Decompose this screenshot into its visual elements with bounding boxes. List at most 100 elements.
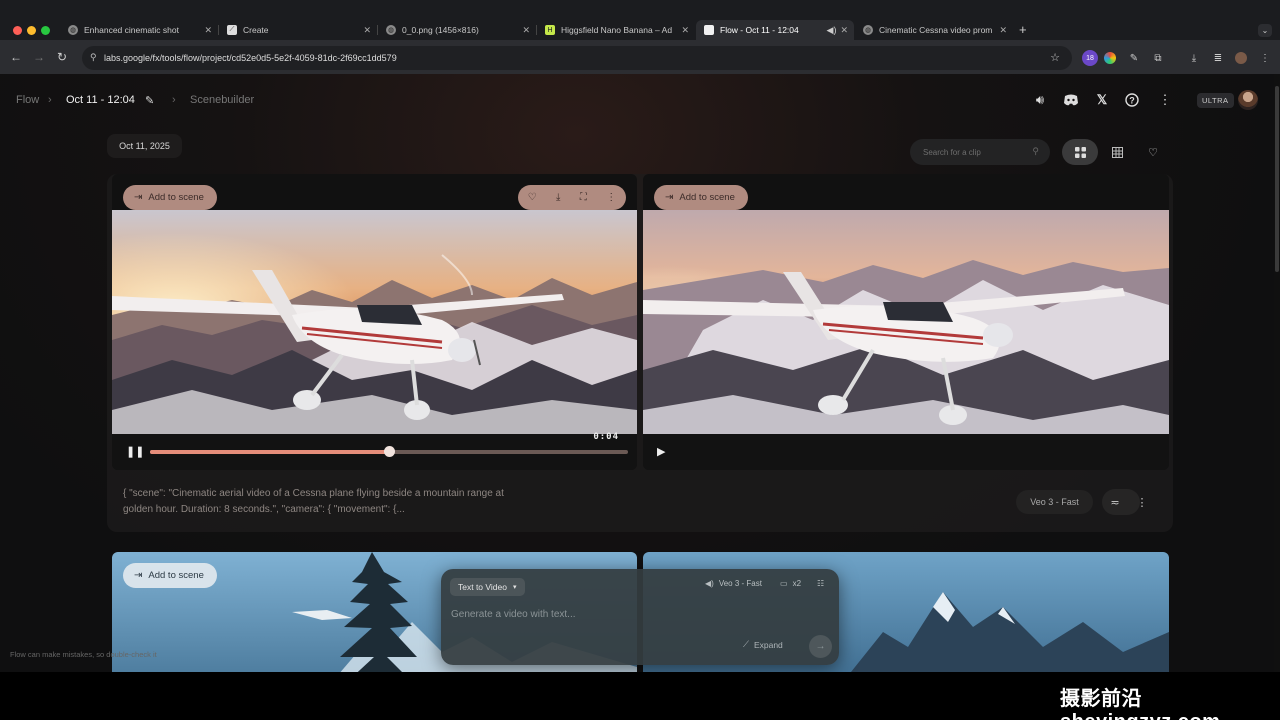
play-icon[interactable]: ▶: [657, 445, 665, 458]
close-icon[interactable]: ✕: [363, 25, 371, 36]
chevron-right-icon: ›: [48, 94, 52, 106]
speaker-icon: ◀): [705, 579, 714, 588]
tab-label: Cinematic Cessna video prom: [879, 25, 993, 35]
browser-tab-6[interactable]: ◍ Cinematic Cessna video prom ✕: [855, 20, 1013, 40]
clip-group: ⇥ Add to scene ♡ ⤓ ⛶ ⋮ ❚❚ 0:04 ⇥ Add to …: [107, 174, 1173, 532]
progress-handle[interactable]: [384, 446, 395, 457]
back-arrow-icon[interactable]: ←: [10, 50, 22, 64]
kebab-menu-icon[interactable]: ⋮: [1259, 52, 1271, 64]
favorites-button[interactable]: ♡: [1135, 139, 1171, 165]
video-frame[interactable]: [643, 210, 1169, 434]
magic-wand-icon: ⟋: [743, 639, 749, 649]
heart-icon[interactable]: ♡: [528, 192, 537, 203]
add-scene-icon: ⇥: [134, 192, 143, 203]
add-to-scene-button[interactable]: ⇥ Add to scene: [123, 563, 217, 588]
speaker-icon[interactable]: ◀): [827, 25, 837, 36]
prompt-composer: Text to Video ▾ ◀) Veo 3 - Fast ▭ x2 ☷ ⟋…: [441, 569, 839, 665]
close-icon[interactable]: ✕: [999, 25, 1007, 36]
more-vertical-icon[interactable]: ⋮: [1157, 92, 1173, 108]
add-to-scene-label: Add to scene: [148, 192, 204, 203]
close-icon[interactable]: ✕: [840, 25, 848, 36]
tab-label: Higgsfield Nano Banana – Ad: [561, 25, 673, 35]
browser-tab-1[interactable]: ◍ Enhanced cinematic shot ✕: [60, 20, 218, 40]
table-grid-icon: [1111, 146, 1123, 158]
help-circle-icon[interactable]: ?: [1124, 92, 1140, 108]
discord-icon[interactable]: [1063, 92, 1079, 108]
reuse-prompt-icon[interactable]: ≂: [1107, 494, 1123, 510]
higgsfield-favicon-icon: H: [545, 25, 555, 35]
clip-prompt-text[interactable]: { "scene": "Cinematic aerial video of a …: [123, 486, 513, 518]
output-count-selector[interactable]: ▭ x2: [780, 579, 801, 588]
mode-dropdown[interactable]: Text to Video ▾: [450, 578, 525, 596]
new-tab-button[interactable]: +: [1019, 22, 1027, 37]
video-frame[interactable]: [112, 210, 637, 434]
pause-icon[interactable]: ❚❚: [126, 445, 144, 458]
mode-label: Text to Video: [458, 582, 507, 592]
plan-badge: ULTRA: [1197, 93, 1234, 108]
model-selector[interactable]: ◀) Veo 3 - Fast: [705, 579, 762, 588]
settings-sliders-icon[interactable]: ☷: [817, 579, 824, 588]
user-avatar[interactable]: [1238, 90, 1258, 110]
bookmark-star-icon[interactable]: ☆: [1050, 51, 1060, 64]
reload-icon[interactable]: ↻: [57, 50, 67, 64]
grid-view-button[interactable]: [1062, 139, 1098, 165]
progress-slider[interactable]: [150, 446, 628, 457]
profile-avatar-icon[interactable]: [1235, 52, 1247, 64]
send-button[interactable]: →: [809, 635, 832, 658]
add-to-scene-label: Add to scene: [148, 570, 204, 581]
color-extension-icon[interactable]: [1104, 52, 1116, 64]
clip-actions: ♡ ⤓ ⛶ ⋮: [518, 185, 626, 210]
download-icon[interactable]: ⤓: [556, 192, 560, 203]
globe-icon: ◍: [863, 25, 873, 35]
breadcrumb-project[interactable]: Oct 11 - 12:04: [66, 94, 135, 106]
add-to-scene-button[interactable]: ⇥ Add to scene: [123, 185, 217, 210]
video-controls: [643, 434, 1169, 470]
add-to-scene-label: Add to scene: [679, 192, 735, 203]
clip-search-input[interactable]: Search for a clip ⚲: [910, 139, 1050, 165]
download-icon[interactable]: ⤓: [1188, 52, 1200, 64]
browser-tab-4[interactable]: H Higgsfield Nano Banana – Ad ✕: [537, 20, 695, 40]
tab-label: Flow - Oct 11 - 12:04: [720, 25, 799, 35]
tab-label: Create: [243, 25, 269, 35]
breadcrumb-flow[interactable]: Flow: [16, 94, 39, 106]
browser-tab-2[interactable]: ⟋ Create ✕: [219, 20, 377, 40]
expand-button[interactable]: ⟋ Expand: [743, 639, 783, 650]
breadcrumb-scenebuilder[interactable]: Scenebuilder: [190, 94, 254, 106]
flow-favicon-icon: [704, 25, 714, 35]
search-placeholder: Search for a clip: [923, 147, 981, 157]
reading-list-icon[interactable]: ≣: [1212, 52, 1224, 64]
add-to-scene-button[interactable]: ⇥ Add to scene: [654, 185, 748, 210]
minimize-window-button[interactable]: [27, 26, 36, 35]
url-text: labs.google/fx/tools/flow/project/cd52e0…: [104, 53, 397, 63]
close-icon[interactable]: ✕: [522, 25, 530, 36]
eyedropper-icon[interactable]: ✎: [1128, 52, 1140, 64]
fullscreen-icon[interactable]: ⛶: [580, 192, 587, 203]
add-scene-icon: ⇥: [134, 570, 143, 581]
close-icon[interactable]: ✕: [681, 25, 689, 36]
browser-tab-bar: ◍ Enhanced cinematic shot ✕ ⟋ Create ✕ ◍…: [0, 0, 1280, 40]
url-bar[interactable]: ⚲ labs.google/fx/tools/flow/project/cd52…: [82, 46, 1072, 70]
tab-label: Enhanced cinematic shot: [84, 25, 179, 35]
browser-tab-5-active[interactable]: Flow - Oct 11 - 12:04 ◀) ✕: [696, 20, 854, 40]
maximize-window-button[interactable]: [41, 26, 50, 35]
volume-icon[interactable]: 🔊︎: [1032, 92, 1048, 108]
x-twitter-icon[interactable]: 𝕏: [1094, 92, 1110, 108]
close-window-button[interactable]: [13, 26, 22, 35]
site-settings-icon[interactable]: ⚲: [90, 52, 97, 63]
watermark-text: 摄影前沿sheyingzyz.com: [1060, 688, 1220, 720]
create-favicon-icon: ⟋: [227, 25, 237, 35]
tile-view-button[interactable]: [1099, 139, 1135, 165]
tab-search-chevron-icon[interactable]: ⌄: [1258, 24, 1272, 37]
video-clip-1[interactable]: ⇥ Add to scene ♡ ⤓ ⛶ ⋮ ❚❚ 0:04: [112, 174, 637, 470]
video-clip-2[interactable]: ⇥ Add to scene ▶: [643, 174, 1169, 470]
more-vertical-icon[interactable]: ⋮: [1134, 494, 1150, 510]
more-vertical-icon[interactable]: ⋮: [606, 192, 616, 203]
prompt-input[interactable]: [451, 605, 821, 623]
extension-badge-icon[interactable]: 18: [1082, 50, 1098, 66]
pencil-edit-icon[interactable]: ✎: [145, 94, 154, 107]
close-icon[interactable]: ✕: [204, 25, 212, 36]
scrollbar-thumb[interactable]: [1275, 86, 1279, 272]
forward-arrow-icon[interactable]: →: [33, 50, 45, 64]
browser-tab-3[interactable]: ◍ 0_0.png (1456×816) ✕: [378, 20, 536, 40]
puzzle-extensions-icon[interactable]: ⧉: [1152, 52, 1164, 64]
